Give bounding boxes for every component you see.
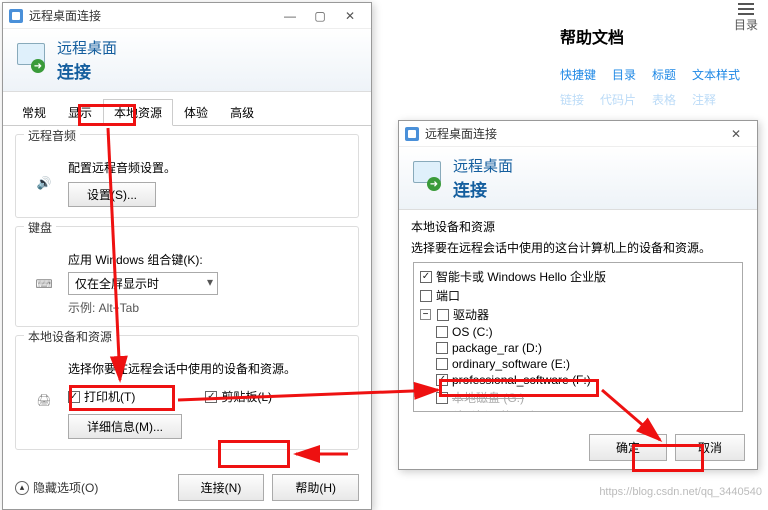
devices-text: 选择你要在远程会话中使用的设备和资源。 <box>68 360 348 377</box>
banner: ➜ 远程桌面 连接 <box>3 29 371 92</box>
close-button[interactable]: ✕ <box>335 9 365 23</box>
help-tab[interactable]: 目录 <box>612 66 636 83</box>
drive-g-checkbox[interactable] <box>436 392 448 404</box>
titlebar[interactable]: 远程桌面连接 ✕ <box>399 121 757 147</box>
group-keyboard: 键盘 ⌨ 应用 Windows 组合键(K): 仅在全屏显示时 示例: Alt+… <box>15 226 359 327</box>
later-drives-checkbox[interactable] <box>436 411 448 413</box>
close-button[interactable]: ✕ <box>721 127 751 141</box>
tab-display[interactable]: 显示 <box>57 99 103 126</box>
tab-experience[interactable]: 体验 <box>173 99 219 126</box>
help-tabs: 快捷键 目录 标题 文本样式 <box>560 60 768 89</box>
printer-checkbox[interactable]: 打印机(T) <box>68 387 135 406</box>
drive-d-checkbox[interactable] <box>436 342 448 354</box>
tabs: 常规 显示 本地资源 体验 高级 <box>3 92 371 126</box>
rdc-icon: ➜ <box>409 161 447 195</box>
ok-button[interactable]: 确定 <box>589 434 667 461</box>
tab-general[interactable]: 常规 <box>11 99 57 126</box>
audio-settings-button[interactable]: 设置(S)... <box>68 182 156 207</box>
tab-advanced[interactable]: 高级 <box>219 99 265 126</box>
rdc-main-window: 远程桌面连接 — ▢ ✕ ➜ 远程桌面 连接 常规 显示 本地资源 体验 高级 … <box>2 2 372 510</box>
connect-button[interactable]: 连接(N) <box>178 474 265 501</box>
app-icon <box>9 9 23 23</box>
help-tabs-row2: 链接代码片表格注释 <box>560 89 768 110</box>
keyboard-icon: ⌨ <box>26 269 62 299</box>
hide-options-toggle[interactable]: ▴隐藏选项(O) <box>15 479 170 496</box>
kb-example: 示例: Alt+Tab <box>68 299 348 316</box>
help-tab[interactable]: 标题 <box>652 66 676 83</box>
toc-icon[interactable]: 目录 <box>734 2 758 33</box>
kb-combo-select[interactable]: 仅在全屏显示时 <box>68 272 218 295</box>
footer: ▴隐藏选项(O) 连接(N) 帮助(H) <box>3 466 371 509</box>
help-button[interactable]: 帮助(H) <box>272 474 359 501</box>
drive-e-checkbox[interactable] <box>436 358 448 370</box>
window-title: 远程桌面连接 <box>425 125 721 142</box>
collapse-icon[interactable]: − <box>420 309 431 320</box>
speaker-icon: 🔊 <box>26 168 62 198</box>
banner: ➜ 远程桌面 连接 <box>399 147 757 210</box>
device-tree[interactable]: 智能卡或 Windows Hello 企业版 端口 −驱动器 OS (C:) p… <box>413 262 743 412</box>
group-desc: 选择要在远程会话中使用的这台计算机上的设备和资源。 <box>411 239 745 256</box>
clipboard-checkbox[interactable]: 剪贴板(L) <box>205 387 272 406</box>
drive-f-checkbox[interactable] <box>436 374 448 386</box>
group-label: 本地设备和资源 <box>411 218 745 235</box>
smartcard-checkbox[interactable] <box>420 271 432 283</box>
titlebar[interactable]: 远程桌面连接 — ▢ ✕ <box>3 3 371 29</box>
drive-c-checkbox[interactable] <box>436 326 448 338</box>
more-devices-button[interactable]: 详细信息(M)... <box>68 414 182 439</box>
app-icon <box>405 127 419 141</box>
cancel-button[interactable]: 取消 <box>675 434 745 461</box>
minimize-button[interactable]: — <box>275 9 305 23</box>
ports-checkbox[interactable] <box>420 290 432 302</box>
kb-label: 应用 Windows 组合键(K): <box>68 251 348 268</box>
audio-text: 配置远程音频设置。 <box>68 159 348 176</box>
group-remote-audio: 远程音频 🔊 配置远程音频设置。 设置(S)... <box>15 134 359 218</box>
help-doc-panel: 目录 帮助文档 快捷键 目录 标题 文本样式 链接代码片表格注释 <box>560 0 768 110</box>
watermark: https://blog.csdn.net/qq_3440540 <box>599 486 762 498</box>
dialog-footer: 确定 取消 <box>399 426 757 469</box>
tab-local-resources[interactable]: 本地资源 <box>103 99 173 126</box>
devices-icon: 🖨 <box>26 385 62 415</box>
maximize-button[interactable]: ▢ <box>305 9 335 23</box>
help-tab[interactable]: 快捷键 <box>560 66 596 83</box>
drives-checkbox[interactable] <box>437 309 449 321</box>
window-title: 远程桌面连接 <box>29 7 275 24</box>
rdc-icon: ➜ <box>13 43 51 77</box>
group-local-devices: 本地设备和资源 🖨 选择你要在远程会话中使用的设备和资源。 打印机(T) 剪贴板… <box>15 335 359 450</box>
help-tab[interactable]: 文本样式 <box>692 66 740 83</box>
rdc-devices-dialog: 远程桌面连接 ✕ ➜ 远程桌面 连接 本地设备和资源 选择要在远程会话中使用的这… <box>398 120 758 470</box>
